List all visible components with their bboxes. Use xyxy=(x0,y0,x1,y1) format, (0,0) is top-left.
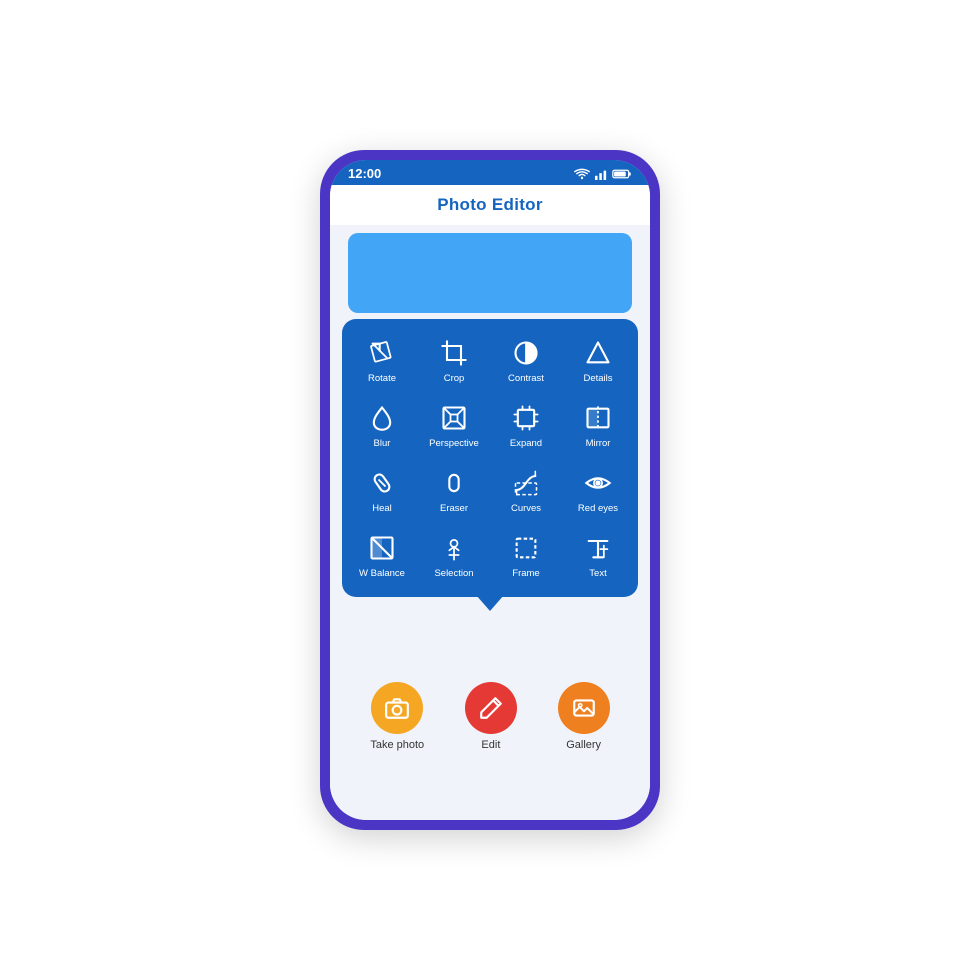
rotate-icon xyxy=(366,337,398,369)
camera-icon xyxy=(384,695,410,721)
blur-label: Blur xyxy=(374,438,391,449)
app-title: Photo Editor xyxy=(437,195,543,214)
eraser-label: Eraser xyxy=(440,503,468,514)
crop-icon xyxy=(438,337,470,369)
perspective-icon xyxy=(438,402,470,434)
pencil-icon xyxy=(478,695,504,721)
perspective-label: Perspective xyxy=(429,438,479,449)
tool-selection[interactable]: Selection xyxy=(420,524,488,585)
tool-frame[interactable]: Frame xyxy=(492,524,560,585)
tool-curves[interactable]: Curves xyxy=(492,459,560,520)
gallery-circle xyxy=(558,682,610,734)
details-icon xyxy=(582,337,614,369)
tool-mirror[interactable]: Mirror xyxy=(564,394,632,455)
wbalance-label: W Balance xyxy=(359,568,405,579)
tool-eraser[interactable]: Eraser xyxy=(420,459,488,520)
tool-perspective[interactable]: Perspective xyxy=(420,394,488,455)
take-photo-circle xyxy=(371,682,423,734)
phone-screen: 12:00 xyxy=(330,160,650,820)
phone-frame: 12:00 xyxy=(320,150,660,830)
tool-details[interactable]: Details xyxy=(564,329,632,390)
edit-label: Edit xyxy=(481,739,500,751)
photo-area xyxy=(348,233,632,313)
contrast-icon xyxy=(510,337,542,369)
wbalance-icon xyxy=(366,532,398,564)
details-label: Details xyxy=(583,373,612,384)
heal-icon xyxy=(366,467,398,499)
wifi-icon xyxy=(574,168,590,180)
redeyes-label: Red eyes xyxy=(578,503,618,514)
gallery-label: Gallery xyxy=(566,739,601,751)
eraser-icon xyxy=(438,467,470,499)
tool-contrast[interactable]: Contrast xyxy=(492,329,560,390)
edit-circle xyxy=(465,682,517,734)
nav-edit[interactable]: Edit xyxy=(465,682,517,751)
status-icons xyxy=(574,168,632,180)
tool-expand[interactable]: Expand xyxy=(492,394,560,455)
curves-label: Curves xyxy=(511,503,541,514)
tool-heal[interactable]: Heal xyxy=(348,459,416,520)
tool-wbalance[interactable]: W Balance xyxy=(348,524,416,585)
curves-icon xyxy=(510,467,542,499)
signal-icon xyxy=(594,168,608,180)
battery-icon xyxy=(612,168,632,180)
text-label: Text xyxy=(589,568,606,579)
status-time: 12:00 xyxy=(348,166,381,181)
contrast-label: Contrast xyxy=(508,373,544,384)
mirror-label: Mirror xyxy=(586,438,611,449)
tool-blur[interactable]: Blur xyxy=(348,394,416,455)
mirror-icon xyxy=(582,402,614,434)
take-photo-label: Take photo xyxy=(370,739,424,751)
app-header: Photo Editor xyxy=(330,185,650,225)
status-bar: 12:00 xyxy=(330,160,650,185)
crop-label: Crop xyxy=(444,373,465,384)
frame-label: Frame xyxy=(512,568,539,579)
edit-panel: Rotate Crop xyxy=(342,319,638,597)
expand-label: Expand xyxy=(510,438,542,449)
nav-gallery[interactable]: Gallery xyxy=(558,682,610,751)
selection-icon xyxy=(438,532,470,564)
tools-grid: Rotate Crop xyxy=(348,329,632,585)
tool-rotate[interactable]: Rotate xyxy=(348,329,416,390)
frame-icon xyxy=(510,532,542,564)
blur-icon xyxy=(366,402,398,434)
tool-text[interactable]: Text xyxy=(564,524,632,585)
heal-label: Heal xyxy=(372,503,392,514)
expand-icon xyxy=(510,402,542,434)
tool-redeyes[interactable]: Red eyes xyxy=(564,459,632,520)
redeyes-icon xyxy=(582,467,614,499)
rotate-label: Rotate xyxy=(368,373,396,384)
gallery-icon xyxy=(571,695,597,721)
selection-label: Selection xyxy=(434,568,473,579)
nav-take-photo[interactable]: Take photo xyxy=(370,682,424,751)
bottom-nav: Take photo Edit xyxy=(330,617,650,820)
tool-crop[interactable]: Crop xyxy=(420,329,488,390)
text-icon xyxy=(582,532,614,564)
